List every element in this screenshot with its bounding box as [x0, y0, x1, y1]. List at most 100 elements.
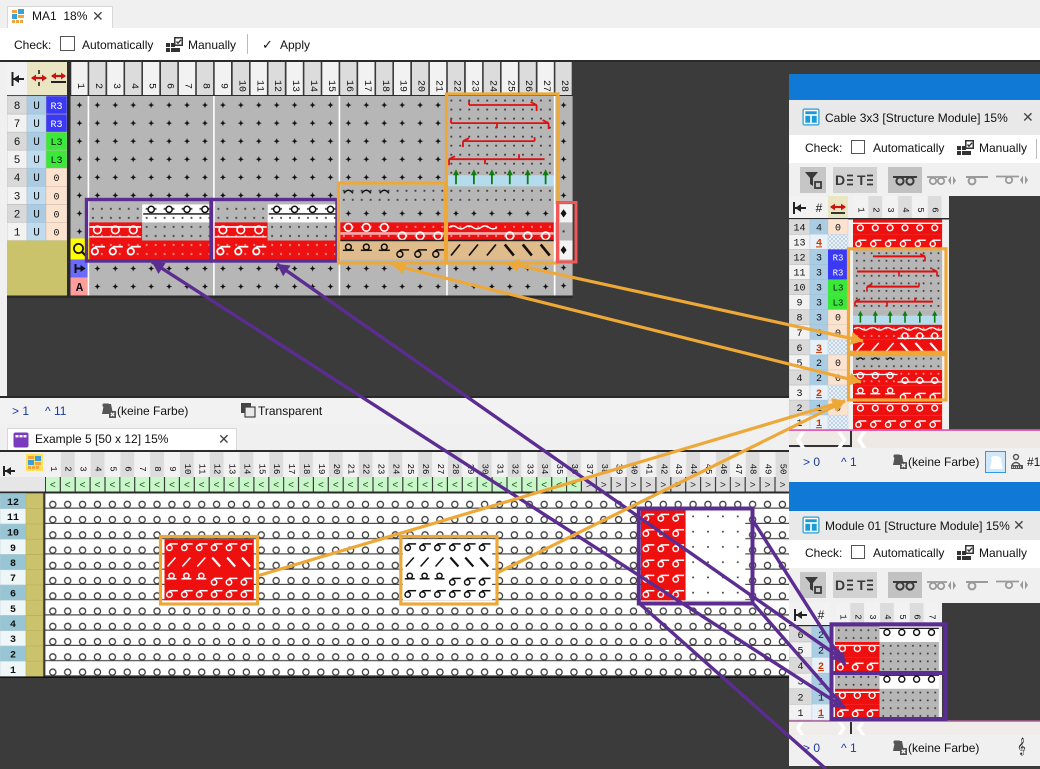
- svg-text:<: <: [482, 480, 488, 491]
- svg-text:1: 1: [10, 666, 16, 677]
- svg-text:5: 5: [14, 155, 21, 167]
- svg-text:13: 13: [793, 238, 805, 249]
- svg-text:<: <: [303, 480, 309, 491]
- svg-text:>: >: [631, 480, 637, 491]
- svg-text:L3: L3: [833, 284, 844, 294]
- svg-text:<: <: [80, 480, 86, 491]
- svg-text:#: #: [816, 201, 823, 215]
- svg-text:3: 3: [14, 191, 21, 203]
- svg-text:37: 37: [584, 464, 594, 475]
- svg-text:>: >: [586, 480, 592, 491]
- svg-text:18: 18: [379, 80, 390, 92]
- svg-text:33: 33: [524, 464, 534, 475]
- svg-text:2: 2: [63, 466, 73, 471]
- svg-text:8: 8: [10, 559, 16, 570]
- svg-text:<: <: [184, 480, 190, 491]
- svg-text:<: <: [318, 480, 324, 491]
- svg-text:4: 4: [93, 466, 103, 471]
- svg-text:4: 4: [128, 83, 139, 89]
- svg-text:7: 7: [14, 119, 21, 131]
- svg-text:0: 0: [53, 210, 59, 221]
- svg-text:40: 40: [629, 464, 639, 475]
- svg-text:24: 24: [390, 464, 400, 475]
- svg-text:3: 3: [796, 389, 802, 400]
- svg-text:25: 25: [504, 80, 515, 92]
- svg-text:3: 3: [10, 635, 16, 646]
- svg-text:<: <: [407, 480, 413, 491]
- svg-text:>: >: [705, 480, 711, 491]
- svg-text:5: 5: [796, 359, 802, 370]
- svg-text:>: >: [720, 480, 726, 491]
- svg-text:7: 7: [796, 329, 802, 340]
- svg-text:14: 14: [307, 80, 318, 92]
- svg-text:12: 12: [212, 464, 222, 475]
- svg-text:10: 10: [182, 464, 192, 475]
- svg-text:<: <: [109, 480, 115, 491]
- svg-text:3: 3: [816, 269, 822, 280]
- svg-text:45: 45: [703, 464, 713, 475]
- svg-text:<: <: [169, 480, 175, 491]
- svg-text:2: 2: [816, 359, 822, 370]
- svg-text:15: 15: [325, 80, 336, 92]
- svg-text:U: U: [33, 137, 40, 149]
- svg-text:20: 20: [415, 80, 426, 92]
- svg-text:<: <: [95, 480, 101, 491]
- svg-text:U: U: [33, 119, 40, 131]
- svg-text:1: 1: [74, 83, 85, 89]
- svg-text:11: 11: [7, 513, 19, 524]
- svg-text:3: 3: [885, 207, 895, 212]
- svg-text:>: >: [765, 480, 771, 491]
- svg-text:>: >: [601, 480, 607, 491]
- svg-text:2: 2: [14, 209, 21, 221]
- svg-text:46: 46: [718, 464, 728, 475]
- svg-text:4: 4: [14, 173, 21, 185]
- svg-text:1: 1: [48, 466, 58, 471]
- svg-text:0: 0: [53, 192, 59, 203]
- svg-text:38: 38: [599, 464, 609, 475]
- svg-text:2: 2: [818, 662, 824, 673]
- svg-text:3: 3: [867, 614, 877, 619]
- svg-text:7: 7: [10, 574, 16, 585]
- svg-text:3: 3: [816, 284, 822, 295]
- svg-text:<: <: [333, 480, 339, 491]
- svg-text:1: 1: [816, 404, 822, 415]
- svg-text:12: 12: [793, 253, 805, 264]
- svg-text:41: 41: [643, 464, 653, 475]
- svg-text:26: 26: [420, 464, 430, 475]
- svg-text:<: <: [541, 480, 547, 491]
- svg-text:17: 17: [286, 464, 296, 475]
- svg-text:10: 10: [793, 284, 805, 295]
- svg-text:0: 0: [835, 374, 841, 385]
- svg-text:T: T: [857, 172, 866, 188]
- svg-text:<: <: [392, 480, 398, 491]
- svg-text:4: 4: [882, 614, 892, 619]
- svg-text:<: <: [556, 480, 562, 491]
- svg-text:5: 5: [797, 647, 803, 658]
- svg-text:11: 11: [253, 80, 264, 92]
- svg-text:<: <: [363, 480, 369, 491]
- svg-text:4: 4: [900, 207, 910, 212]
- svg-text:10: 10: [235, 80, 246, 92]
- svg-text:3: 3: [816, 299, 822, 310]
- svg-text:5: 5: [915, 207, 925, 212]
- svg-text:2: 2: [796, 404, 802, 415]
- svg-text:16: 16: [343, 80, 354, 92]
- svg-text:0: 0: [53, 174, 59, 185]
- svg-text:27: 27: [540, 80, 551, 92]
- svg-text:6: 6: [14, 137, 21, 149]
- svg-text:13: 13: [289, 80, 300, 92]
- svg-text:U: U: [33, 227, 40, 239]
- svg-text:U: U: [33, 209, 40, 221]
- svg-text:44: 44: [688, 464, 698, 475]
- svg-text:3: 3: [78, 466, 88, 471]
- svg-text:L3: L3: [50, 156, 62, 167]
- svg-text:2: 2: [816, 374, 822, 385]
- svg-text:29: 29: [465, 464, 475, 475]
- svg-text:>: >: [660, 480, 666, 491]
- svg-text:1: 1: [818, 693, 824, 704]
- svg-text:<: <: [511, 480, 517, 491]
- svg-text:6: 6: [10, 590, 16, 601]
- svg-text:30: 30: [480, 464, 490, 475]
- svg-text:31: 31: [495, 464, 505, 475]
- svg-text:4: 4: [796, 374, 802, 385]
